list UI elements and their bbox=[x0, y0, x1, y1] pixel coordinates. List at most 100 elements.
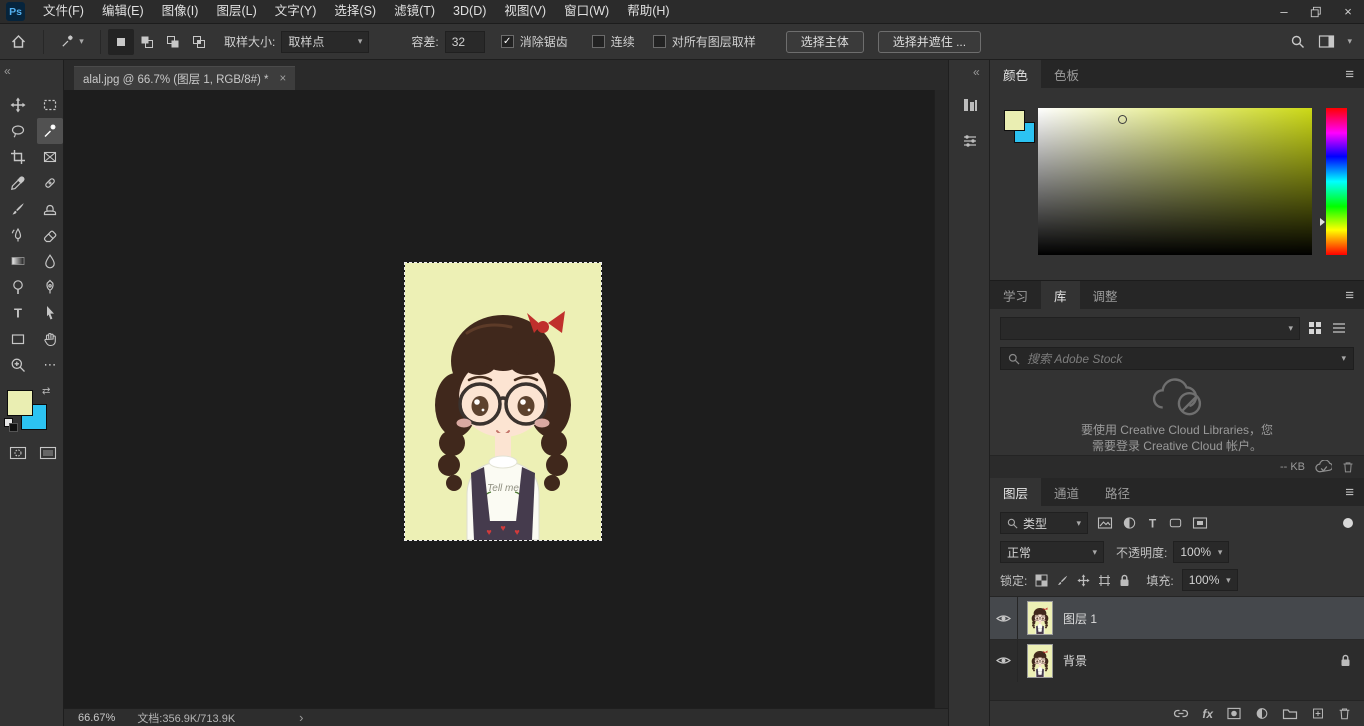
lock-artboard-icon[interactable] bbox=[1098, 574, 1111, 587]
intersect-selection-mode-button[interactable] bbox=[186, 29, 212, 55]
layer-1-visibility-toggle[interactable] bbox=[990, 597, 1018, 639]
history-brush-tool[interactable] bbox=[5, 222, 31, 248]
brush-tool[interactable] bbox=[5, 196, 31, 222]
menu-image[interactable]: 图像(I) bbox=[153, 0, 208, 24]
eraser-tool[interactable] bbox=[37, 222, 63, 248]
menu-view[interactable]: 视图(V) bbox=[495, 0, 555, 24]
color-field-marker[interactable] bbox=[1118, 115, 1127, 124]
document-tab[interactable]: alal.jpg @ 66.7% (图层 1, RGB/8#) * × bbox=[74, 66, 295, 90]
layer-row-1[interactable]: 图层 1 bbox=[990, 597, 1364, 639]
lock-pixels-icon[interactable] bbox=[1056, 574, 1069, 587]
link-layers-icon[interactable] bbox=[1173, 707, 1189, 720]
background-visibility-toggle[interactable] bbox=[990, 640, 1018, 682]
quick-mask-button[interactable] bbox=[5, 440, 31, 466]
subtract-selection-mode-button[interactable] bbox=[160, 29, 186, 55]
new-selection-mode-button[interactable] bbox=[108, 29, 134, 55]
eyedropper-tool[interactable] bbox=[5, 170, 31, 196]
tab-swatches[interactable]: 色板 bbox=[1041, 60, 1092, 88]
select-and-mask-button[interactable]: 选择并遮住 ... bbox=[878, 31, 981, 53]
layer-style-icon[interactable]: fx bbox=[1202, 708, 1213, 720]
library-select[interactable]: ▾ bbox=[1000, 317, 1300, 340]
tab-channels[interactable]: 通道 bbox=[1041, 478, 1092, 506]
layer-row-background[interactable]: 背景 bbox=[990, 639, 1364, 681]
sample-all-layers-option[interactable]: 对所有图层取样 bbox=[653, 33, 756, 50]
magic-wand-tool[interactable] bbox=[37, 118, 63, 144]
tab-adjustments[interactable]: 调整 bbox=[1080, 281, 1131, 309]
menu-help[interactable]: 帮助(H) bbox=[618, 0, 678, 24]
filter-type-select[interactable]: 类型 ▾ bbox=[1000, 512, 1088, 534]
minimize-button[interactable]: – bbox=[1268, 0, 1300, 23]
foreground-color-swatch[interactable] bbox=[7, 390, 33, 416]
blur-tool[interactable] bbox=[37, 248, 63, 274]
dodge-tool[interactable] bbox=[5, 274, 31, 300]
filter-pixel-layers-icon[interactable] bbox=[1097, 516, 1113, 530]
delete-layer-icon[interactable] bbox=[1338, 707, 1351, 720]
panel-menu-icon[interactable]: ≡ bbox=[1335, 281, 1364, 309]
add-mask-icon[interactable] bbox=[1226, 707, 1242, 720]
background-layer-name[interactable]: 背景 bbox=[1063, 652, 1087, 669]
menu-type[interactable]: 文字(Y) bbox=[266, 0, 326, 24]
menu-select[interactable]: 选择(S) bbox=[325, 0, 385, 24]
new-layer-icon[interactable] bbox=[1311, 707, 1325, 720]
foreground-color-swatch[interactable] bbox=[1004, 110, 1025, 131]
move-tool[interactable] bbox=[5, 92, 31, 118]
anti-alias-option[interactable]: ✓ 消除锯齿 bbox=[501, 33, 568, 50]
tab-learn[interactable]: 学习 bbox=[990, 281, 1041, 309]
rectangular-marquee-tool[interactable] bbox=[37, 92, 63, 118]
document-image[interactable] bbox=[405, 263, 601, 540]
workspace-icon[interactable] bbox=[1318, 34, 1335, 49]
lock-transparency-icon[interactable] bbox=[1035, 574, 1048, 587]
close-button[interactable]: × bbox=[1332, 0, 1364, 23]
canvas-scrollbar[interactable] bbox=[934, 90, 948, 708]
collapsed-panel-button-2[interactable] bbox=[956, 128, 984, 154]
blend-mode-select[interactable]: 正常 ▾ bbox=[1000, 541, 1104, 563]
collapsed-panel-button-1[interactable] bbox=[956, 92, 984, 118]
background-thumbnail[interactable] bbox=[1027, 644, 1053, 678]
color-field[interactable] bbox=[1038, 108, 1312, 255]
tab-paths[interactable]: 路径 bbox=[1092, 478, 1143, 506]
opacity-input[interactable]: 100% ▾ bbox=[1173, 541, 1229, 563]
cloud-sync-icon[interactable] bbox=[1315, 460, 1332, 474]
default-colors-back-icon[interactable] bbox=[9, 423, 18, 432]
zoom-level[interactable]: 66.67% bbox=[78, 712, 115, 724]
layer-1-thumbnail[interactable] bbox=[1027, 601, 1053, 635]
home-button[interactable] bbox=[0, 29, 36, 55]
lock-all-icon[interactable] bbox=[1119, 574, 1130, 587]
search-icon[interactable] bbox=[1290, 34, 1306, 50]
panel-menu-icon[interactable]: ≡ bbox=[1335, 60, 1364, 88]
hue-slider[interactable] bbox=[1326, 108, 1347, 255]
zoom-tool[interactable] bbox=[5, 352, 31, 378]
filter-toggle-icon[interactable] bbox=[1342, 517, 1354, 529]
swap-colors-icon[interactable]: ⇄ bbox=[42, 386, 50, 397]
menu-filter[interactable]: 滤镜(T) bbox=[385, 0, 444, 24]
lasso-tool[interactable] bbox=[5, 118, 31, 144]
sample-size-select[interactable]: 取样点 ▾ bbox=[281, 31, 369, 53]
add-selection-mode-button[interactable] bbox=[134, 29, 160, 55]
tab-library[interactable]: 库 bbox=[1041, 281, 1080, 309]
menu-file[interactable]: 文件(F) bbox=[34, 0, 93, 24]
hue-slider-marker[interactable] bbox=[1320, 218, 1325, 226]
tab-layers[interactable]: 图层 bbox=[990, 478, 1041, 506]
tolerance-input[interactable]: 32 bbox=[445, 31, 485, 53]
path-selection-tool[interactable] bbox=[37, 300, 63, 326]
type-tool[interactable]: T bbox=[5, 300, 31, 326]
fill-input[interactable]: 100% ▾ bbox=[1182, 569, 1238, 591]
gradient-tool[interactable] bbox=[5, 248, 31, 274]
new-adjustment-layer-icon[interactable] bbox=[1255, 707, 1269, 720]
list-view-button[interactable] bbox=[1332, 322, 1346, 334]
layer-1-name[interactable]: 图层 1 bbox=[1063, 610, 1097, 627]
screen-mode-button[interactable] bbox=[35, 440, 61, 466]
dock-collapse-icon[interactable]: « bbox=[973, 65, 980, 79]
frame-tool[interactable] bbox=[37, 144, 63, 170]
rectangle-tool[interactable] bbox=[5, 326, 31, 352]
clone-stamp-tool[interactable] bbox=[37, 196, 63, 222]
sample-all-layers-checkbox[interactable] bbox=[653, 35, 666, 48]
filter-shape-layers-icon[interactable] bbox=[1168, 516, 1183, 530]
contiguous-option[interactable]: 连续 bbox=[592, 33, 635, 50]
status-options-chevron-icon[interactable]: › bbox=[299, 710, 303, 725]
menu-3d[interactable]: 3D(D) bbox=[444, 0, 495, 24]
filter-type-layers-icon[interactable]: T bbox=[1146, 516, 1159, 530]
document-tab-close-icon[interactable]: × bbox=[280, 73, 287, 85]
panel-menu-icon[interactable]: ≡ bbox=[1335, 478, 1364, 506]
toolbar-collapse-icon[interactable]: « bbox=[4, 64, 11, 78]
